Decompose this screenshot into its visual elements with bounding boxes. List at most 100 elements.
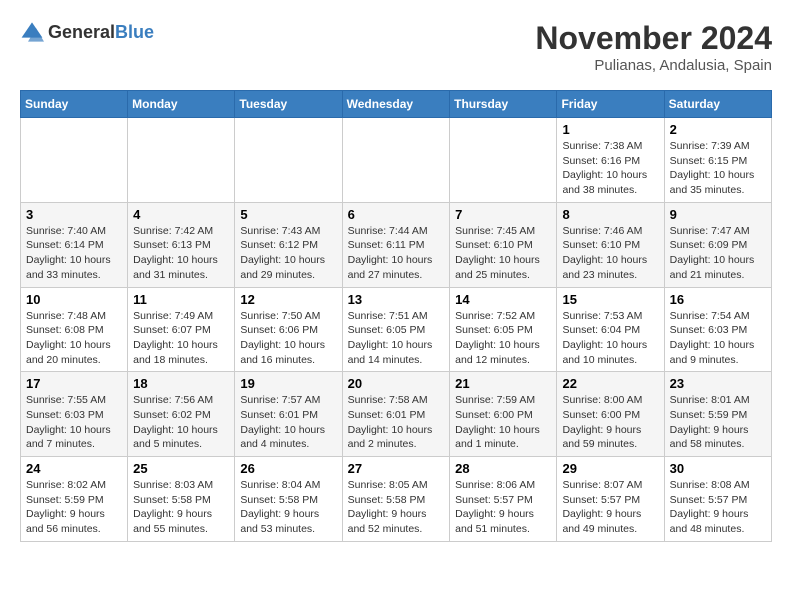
day-number: 25	[133, 461, 229, 476]
day-number: 28	[455, 461, 551, 476]
day-header-saturday: Saturday	[664, 91, 771, 118]
day-info: Sunrise: 7:44 AM Sunset: 6:11 PM Dayligh…	[348, 224, 445, 283]
calendar-cell: 13Sunrise: 7:51 AM Sunset: 6:05 PM Dayli…	[342, 287, 450, 372]
day-info: Sunrise: 7:52 AM Sunset: 6:05 PM Dayligh…	[455, 309, 551, 368]
day-info: Sunrise: 7:47 AM Sunset: 6:09 PM Dayligh…	[670, 224, 766, 283]
calendar-cell: 2 Sunrise: 7:39 AM Sunset: 6:15 PM Daylig…	[664, 118, 771, 203]
day-number: 23	[670, 376, 766, 391]
day-header-sunday: Sunday	[21, 91, 128, 118]
day-info: Sunrise: 7:57 AM Sunset: 6:01 PM Dayligh…	[240, 393, 336, 452]
day-number: 29	[562, 461, 658, 476]
logo-text: GeneralBlue	[48, 22, 154, 43]
calendar-cell: 30 Sunrise: 8:08 AM Sunset: 5:57 PM Dayli…	[664, 457, 771, 542]
day-number: 30	[670, 461, 766, 476]
calendar-cell: 3 Sunrise: 7:40 AM Sunset: 6:14 PM Daylig…	[21, 202, 128, 287]
day-number: 12	[240, 292, 336, 307]
calendar-cell: 21Sunrise: 7:59 AM Sunset: 6:00 PM Dayli…	[450, 372, 557, 457]
day-info: Sunrise: 8:04 AM Sunset: 5:58 PM Dayligh…	[240, 478, 336, 537]
calendar-cell	[450, 118, 557, 203]
day-info: Sunrise: 7:54 AM Sunset: 6:03 PM Dayligh…	[670, 309, 766, 368]
calendar-header-row: SundayMondayTuesdayWednesdayThursdayFrid…	[21, 91, 772, 118]
day-info: Sunrise: 8:01 AM Sunset: 5:59 PM Dayligh…	[670, 393, 766, 452]
calendar-cell: 8 Sunrise: 7:46 AM Sunset: 6:10 PM Daylig…	[557, 202, 664, 287]
day-number: 3	[26, 207, 122, 222]
calendar-cell: 17Sunrise: 7:55 AM Sunset: 6:03 PM Dayli…	[21, 372, 128, 457]
day-number: 6	[348, 207, 445, 222]
calendar-week-row: 1 Sunrise: 7:38 AM Sunset: 6:16 PM Daylig…	[21, 118, 772, 203]
day-info: Sunrise: 7:39 AM Sunset: 6:15 PM Dayligh…	[670, 139, 766, 198]
day-number: 20	[348, 376, 445, 391]
calendar-cell: 1 Sunrise: 7:38 AM Sunset: 6:16 PM Daylig…	[557, 118, 664, 203]
day-number: 11	[133, 292, 229, 307]
calendar-cell: 9 Sunrise: 7:47 AM Sunset: 6:09 PM Daylig…	[664, 202, 771, 287]
logo: GeneralBlue	[20, 20, 154, 44]
calendar-cell: 11 Sunrise: 7:49 AM Sunset: 6:07 PM Dayli…	[128, 287, 235, 372]
day-number: 26	[240, 461, 336, 476]
day-header-tuesday: Tuesday	[235, 91, 342, 118]
day-info: Sunrise: 7:59 AM Sunset: 6:00 PM Dayligh…	[455, 393, 551, 452]
day-header-thursday: Thursday	[450, 91, 557, 118]
calendar-week-row: 3 Sunrise: 7:40 AM Sunset: 6:14 PM Daylig…	[21, 202, 772, 287]
day-number: 7	[455, 207, 551, 222]
day-info: Sunrise: 8:06 AM Sunset: 5:57 PM Dayligh…	[455, 478, 551, 537]
day-number: 1	[562, 122, 658, 137]
day-number: 15	[562, 292, 658, 307]
day-info: Sunrise: 7:58 AM Sunset: 6:01 PM Dayligh…	[348, 393, 445, 452]
day-header-friday: Friday	[557, 91, 664, 118]
day-info: Sunrise: 7:42 AM Sunset: 6:13 PM Dayligh…	[133, 224, 229, 283]
calendar-cell: 6 Sunrise: 7:44 AM Sunset: 6:11 PM Daylig…	[342, 202, 450, 287]
day-info: Sunrise: 7:38 AM Sunset: 6:16 PM Dayligh…	[562, 139, 658, 198]
day-number: 5	[240, 207, 336, 222]
day-header-monday: Monday	[128, 91, 235, 118]
logo-blue: Blue	[115, 22, 154, 42]
day-number: 9	[670, 207, 766, 222]
calendar-cell: 26 Sunrise: 8:04 AM Sunset: 5:58 PM Dayli…	[235, 457, 342, 542]
day-info: Sunrise: 7:45 AM Sunset: 6:10 PM Dayligh…	[455, 224, 551, 283]
day-number: 2	[670, 122, 766, 137]
day-info: Sunrise: 7:43 AM Sunset: 6:12 PM Dayligh…	[240, 224, 336, 283]
logo-icon	[20, 20, 44, 44]
logo-general: General	[48, 22, 115, 42]
day-info: Sunrise: 7:50 AM Sunset: 6:06 PM Dayligh…	[240, 309, 336, 368]
day-info: Sunrise: 8:08 AM Sunset: 5:57 PM Dayligh…	[670, 478, 766, 537]
calendar-cell: 29 Sunrise: 8:07 AM Sunset: 5:57 PM Dayli…	[557, 457, 664, 542]
month-title: November 2024	[535, 20, 772, 57]
calendar-cell: 24 Sunrise: 8:02 AM Sunset: 5:59 PM Dayli…	[21, 457, 128, 542]
day-info: Sunrise: 8:03 AM Sunset: 5:58 PM Dayligh…	[133, 478, 229, 537]
calendar-cell: 7 Sunrise: 7:45 AM Sunset: 6:10 PM Daylig…	[450, 202, 557, 287]
calendar-cell	[342, 118, 450, 203]
calendar-cell: 22Sunrise: 8:00 AM Sunset: 6:00 PM Dayli…	[557, 372, 664, 457]
day-number: 19	[240, 376, 336, 391]
calendar-cell	[21, 118, 128, 203]
page-header: GeneralBlue November 2024 Pulianas, Anda…	[20, 20, 772, 74]
day-number: 17	[26, 376, 122, 391]
calendar-cell: 27Sunrise: 8:05 AM Sunset: 5:58 PM Dayli…	[342, 457, 450, 542]
day-info: Sunrise: 8:07 AM Sunset: 5:57 PM Dayligh…	[562, 478, 658, 537]
day-info: Sunrise: 7:49 AM Sunset: 6:07 PM Dayligh…	[133, 309, 229, 368]
day-number: 4	[133, 207, 229, 222]
day-number: 8	[562, 207, 658, 222]
calendar-cell: 5 Sunrise: 7:43 AM Sunset: 6:12 PM Daylig…	[235, 202, 342, 287]
day-info: Sunrise: 7:56 AM Sunset: 6:02 PM Dayligh…	[133, 393, 229, 452]
day-number: 10	[26, 292, 122, 307]
day-info: Sunrise: 8:00 AM Sunset: 6:00 PM Dayligh…	[562, 393, 658, 452]
location: Pulianas, Andalusia, Spain	[535, 57, 772, 74]
calendar-cell: 28 Sunrise: 8:06 AM Sunset: 5:57 PM Dayli…	[450, 457, 557, 542]
day-header-wednesday: Wednesday	[342, 91, 450, 118]
calendar-cell: 23 Sunrise: 8:01 AM Sunset: 5:59 PM Dayli…	[664, 372, 771, 457]
day-number: 27	[348, 461, 445, 476]
calendar-cell: 16Sunrise: 7:54 AM Sunset: 6:03 PM Dayli…	[664, 287, 771, 372]
calendar-week-row: 17Sunrise: 7:55 AM Sunset: 6:03 PM Dayli…	[21, 372, 772, 457]
calendar-cell	[235, 118, 342, 203]
calendar-cell: 14 Sunrise: 7:52 AM Sunset: 6:05 PM Dayli…	[450, 287, 557, 372]
day-info: Sunrise: 8:02 AM Sunset: 5:59 PM Dayligh…	[26, 478, 122, 537]
calendar-cell: 19 Sunrise: 7:57 AM Sunset: 6:01 PM Dayli…	[235, 372, 342, 457]
calendar-cell	[128, 118, 235, 203]
calendar-week-row: 24 Sunrise: 8:02 AM Sunset: 5:59 PM Dayli…	[21, 457, 772, 542]
day-number: 24	[26, 461, 122, 476]
calendar-cell: 15Sunrise: 7:53 AM Sunset: 6:04 PM Dayli…	[557, 287, 664, 372]
calendar-week-row: 10Sunrise: 7:48 AM Sunset: 6:08 PM Dayli…	[21, 287, 772, 372]
day-info: Sunrise: 7:46 AM Sunset: 6:10 PM Dayligh…	[562, 224, 658, 283]
day-number: 14	[455, 292, 551, 307]
day-info: Sunrise: 7:40 AM Sunset: 6:14 PM Dayligh…	[26, 224, 122, 283]
